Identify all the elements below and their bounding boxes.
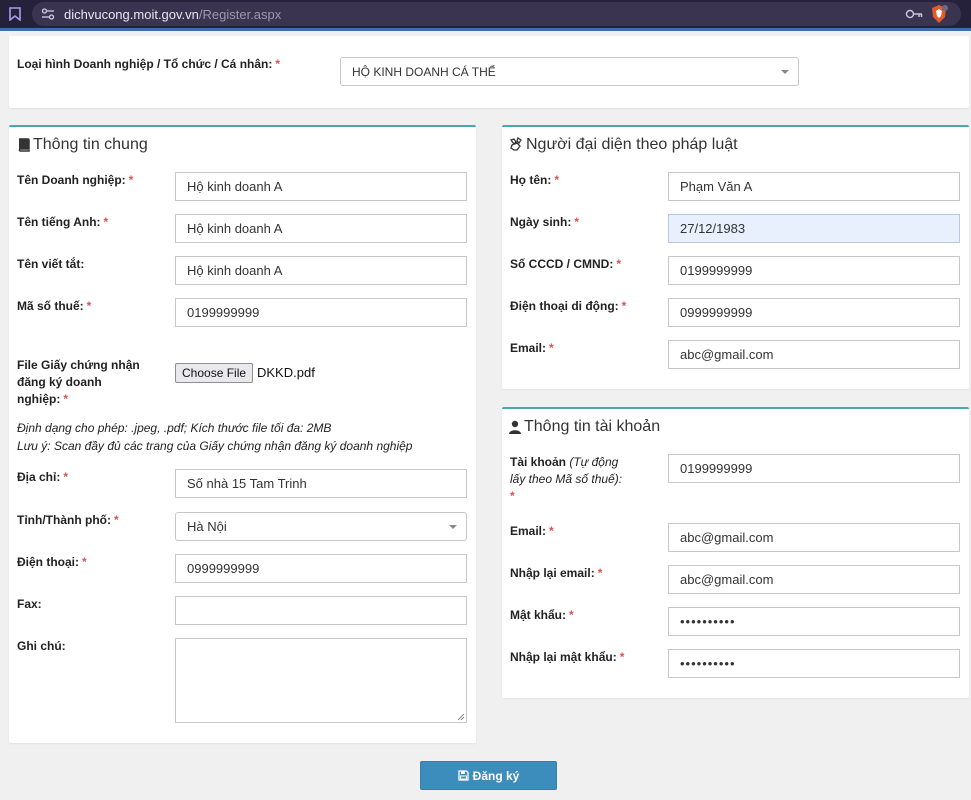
rep-email-label: Email: * [510, 341, 554, 355]
address-input[interactable]: Số nhà 15 Tam Trinh [175, 469, 467, 498]
fax-label: Fax: [17, 597, 42, 611]
book-icon [18, 138, 30, 152]
email-confirm-label: Nhập lại email: * [510, 566, 603, 580]
id-number-input[interactable]: 0199999999 [668, 256, 960, 285]
selected-file-name: DKKD.pdf [257, 365, 315, 380]
password-label: Mật khẩu: * [510, 608, 574, 622]
brave-shield-icon[interactable] [929, 4, 949, 24]
handshake-icon [509, 137, 522, 151]
short-name-label: Tên viết tắt: [17, 257, 85, 271]
password-confirm-input[interactable]: •••••••••• [668, 649, 960, 678]
business-type-select[interactable]: HỘ KINH DOANH CÁ THỂ [340, 57, 799, 86]
chevron-down-icon [781, 70, 789, 74]
mobile-label: Điện thoại di động: * [510, 299, 627, 313]
page-accent-line [0, 28, 971, 31]
province-label: Tỉnh/Thành phố: * [17, 513, 119, 527]
fax-input[interactable] [175, 596, 467, 625]
general-info-title: Thông tin chung [17, 136, 148, 154]
browser-toolbar: dichvucong.moit.gov.vn/Register.aspx [0, 0, 971, 28]
resize-handle-icon[interactable] [457, 713, 465, 721]
site-settings-icon[interactable] [40, 6, 56, 22]
phone-label: Điện thoại: * [17, 555, 87, 569]
tax-code-label: Mã số thuế: * [17, 299, 92, 313]
rep-name-input[interactable]: Phạm Văn A [668, 172, 960, 201]
user-icon [509, 420, 521, 434]
address-label: Địa chỉ: * [17, 470, 69, 484]
save-icon [458, 770, 469, 781]
legal-rep-title: Người đại diện theo pháp luật [508, 136, 738, 154]
short-name-input[interactable]: Hộ kinh doanh A [175, 256, 467, 285]
english-name-label: Tên tiếng Anh: * [17, 215, 109, 229]
rep-name-label: Họ tên: * [510, 173, 559, 187]
account-panel: Thông tin tài khoản Tài khoản (Tự động l… [502, 407, 969, 698]
general-info-panel: Thông tin chung Tên Doanh nghiệp: * Hộ ki… [9, 125, 476, 743]
url-text: dichvucong.moit.gov.vn/Register.aspx [64, 6, 282, 22]
id-number-label: Số CCCD / CMND: * [510, 257, 621, 271]
account-email-input[interactable]: abc@gmail.com [668, 523, 960, 552]
password-key-icon[interactable] [905, 6, 923, 22]
choose-file-button[interactable]: Choose File [175, 363, 254, 383]
notes-textarea[interactable] [175, 638, 467, 723]
company-name-label: Tên Doanh nghiệp: * [17, 173, 134, 187]
bookmark-icon[interactable] [0, 0, 30, 28]
file-format-note: Định dạng cho phép: .jpeg, .pdf; Kích th… [17, 421, 332, 435]
account-email-label: Email: * [510, 524, 554, 538]
register-button[interactable]: Đăng ký [420, 761, 557, 790]
phone-input[interactable]: 0999999999 [175, 554, 467, 583]
username-label: Tài khoản (Tự động lấy theo Mã số thuế):… [510, 455, 623, 503]
birth-date-input[interactable]: 27/12/1983 [668, 214, 960, 243]
company-name-input[interactable]: Hộ kinh doanh A [175, 172, 467, 201]
notes-label: Ghi chú: [17, 639, 66, 653]
scan-note: Lưu ý: Scan đầy đủ các trang của Giấy ch… [17, 439, 413, 453]
mobile-input[interactable]: 0999999999 [668, 298, 960, 327]
password-input[interactable]: •••••••••• [668, 607, 960, 636]
province-select[interactable]: Hà Nội [175, 512, 467, 541]
username-input[interactable]: 0199999999 [668, 454, 960, 483]
email-confirm-input[interactable]: abc@gmail.com [668, 565, 960, 594]
rep-email-input[interactable]: abc@gmail.com [668, 340, 960, 369]
tax-code-input[interactable]: 0199999999 [175, 298, 467, 327]
certificate-file-label: File Giấy chứng nhận đăng ký doanh nghiệ… [17, 358, 140, 406]
birth-date-label: Ngày sinh: * [510, 215, 580, 229]
address-bar[interactable]: dichvucong.moit.gov.vn/Register.aspx [32, 2, 961, 26]
chevron-down-icon [449, 525, 457, 529]
account-title: Thông tin tài khoản [508, 418, 660, 436]
business-type-label: Loại hình Doanh nghiệp / Tổ chức / Cá nh… [17, 57, 281, 71]
business-type-panel: Loại hình Doanh nghiệp / Tổ chức / Cá nh… [9, 36, 969, 108]
legal-rep-panel: Người đại diện theo pháp luật Họ tên: * P… [502, 125, 969, 389]
password-confirm-label: Nhập lại mật khẩu: * [510, 650, 625, 664]
english-name-input[interactable]: Hộ kinh doanh A [175, 214, 467, 243]
